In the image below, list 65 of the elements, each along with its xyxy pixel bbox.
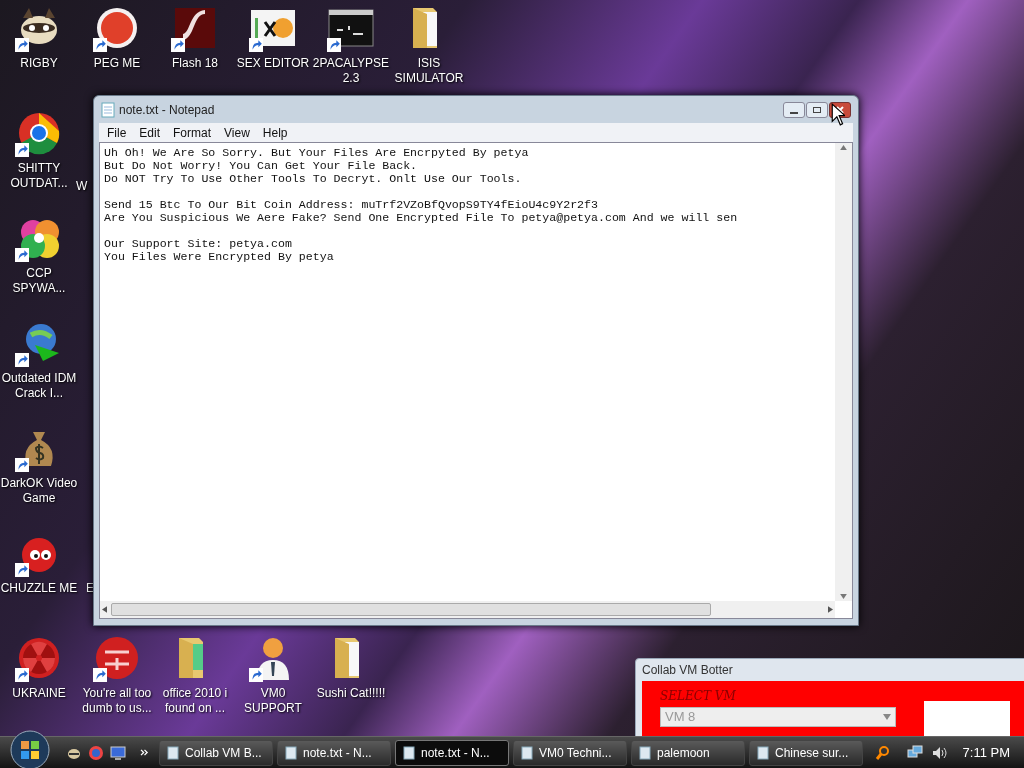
field-label: SELECT VM <box>660 689 737 703</box>
menu-item[interactable]: Help <box>256 123 294 142</box>
icon-label[interactable]: CCP SPYWA... <box>0 266 78 296</box>
icon-label[interactable]: 2PACALYPSE 2.3 <box>312 56 390 86</box>
icon-label[interactable]: RIGBY <box>0 56 78 71</box>
icon-label[interactable]: You're all too dumb to us... <box>78 686 156 716</box>
icon-label[interactable]: SEX EDITOR <box>234 56 312 71</box>
app-icon <box>402 745 416 760</box>
icon-label[interactable]: office 2010 i found on ... <box>156 686 234 716</box>
icon-label[interactable]: E <box>86 579 94 597</box>
text-line: Are You Suspicious We Aere Fake? Send One Encrypted File To petya@petya.com And we will sen <box>104 211 739 224</box>
menu-item[interactable]: View <box>218 123 256 142</box>
text-line: You Files Were Encrypted By petya <box>104 250 335 263</box>
taskbar-button[interactable]: note.txt - N... <box>395 739 509 766</box>
scroll-up-icon[interactable] <box>840 145 847 150</box>
icon-label[interactable]: VM0 SUPPORT <box>234 686 312 716</box>
icon-label[interactable]: Outdated IDM Crack I... <box>0 371 78 401</box>
search-icon[interactable] <box>874 744 891 761</box>
app-icon <box>520 745 534 760</box>
icon-label[interactable]: ISIS SIMULATOR <box>390 56 468 86</box>
notepad-icon <box>101 101 115 118</box>
text-line: Uh Oh! We Are So Sorry. But Your Files Are Encrpyted By petya <box>104 146 530 159</box>
text-line: Send 15 Btc To Our Bit Coin Address: muTrf2VZoBfQvopS9TY4fEioU4c9Y2r2f3 <box>104 198 599 211</box>
taskbar-button[interactable]: palemoon <box>631 739 745 766</box>
menu-item[interactable]: Edit <box>133 123 167 142</box>
icon-label[interactable]: PEG ME <box>78 56 156 71</box>
text-line: Our Support Site: petya.com <box>104 237 293 250</box>
taskbar-button[interactable]: Collab VM B... <box>159 739 273 766</box>
taskbar-button[interactable]: note.txt - N... <box>277 739 391 766</box>
vertical-scrollbar[interactable] <box>835 143 852 601</box>
dev-logo-icon[interactable] <box>93 634 141 682</box>
monitor-icon[interactable] <box>110 744 126 761</box>
icon-label[interactable]: Sushi Cat!!!!! <box>312 686 390 701</box>
scroll-down-icon[interactable] <box>840 594 847 599</box>
taskbar-button[interactable]: VM0 Techni... <box>513 739 627 766</box>
scroll-left-icon[interactable] <box>102 606 107 613</box>
caret-icon <box>883 714 891 720</box>
app-icon <box>284 745 298 760</box>
icon-label[interactable]: UKRAINE <box>0 686 78 701</box>
window-title: note.txt - Notepad <box>119 101 215 119</box>
app-icon <box>166 745 180 760</box>
app-icon <box>638 745 652 760</box>
chevron-icon[interactable] <box>140 749 149 756</box>
horizontal-scrollbar[interactable] <box>100 601 835 618</box>
icon-label[interactable]: W <box>76 177 88 195</box>
icon-label[interactable]: Flash 18 <box>156 56 234 71</box>
minimize-button[interactable] <box>783 101 805 118</box>
icon-label[interactable]: CHUZZLE ME <box>0 581 78 596</box>
minimize-icon <box>790 111 798 114</box>
scroll-thumb[interactable] <box>111 603 711 616</box>
scroll-right-icon[interactable] <box>828 606 833 613</box>
start-button[interactable] <box>10 729 50 768</box>
network-icon[interactable] <box>906 744 923 761</box>
window-title: Collab VM Botter <box>642 663 734 677</box>
text-line: Do NOT Try To Use Other Tools To Decryt. Onlt Use Our Tools. <box>104 172 523 185</box>
taskbar-button[interactable]: Chinese sur... <box>749 739 863 766</box>
icon-label[interactable]: DarkOK Video Game <box>0 476 78 506</box>
menu-item[interactable]: Format <box>167 123 218 142</box>
maximize-icon <box>813 106 821 113</box>
mouse-cursor-icon <box>831 103 845 126</box>
app-icon <box>756 745 770 760</box>
clock[interactable]: 7:11 PM <box>962 742 1010 763</box>
menu-item[interactable]: File <box>101 123 133 142</box>
maximize-button[interactable] <box>806 101 828 118</box>
text-line: But Do Not Worry! You Can Get Your File Back. <box>104 159 419 172</box>
